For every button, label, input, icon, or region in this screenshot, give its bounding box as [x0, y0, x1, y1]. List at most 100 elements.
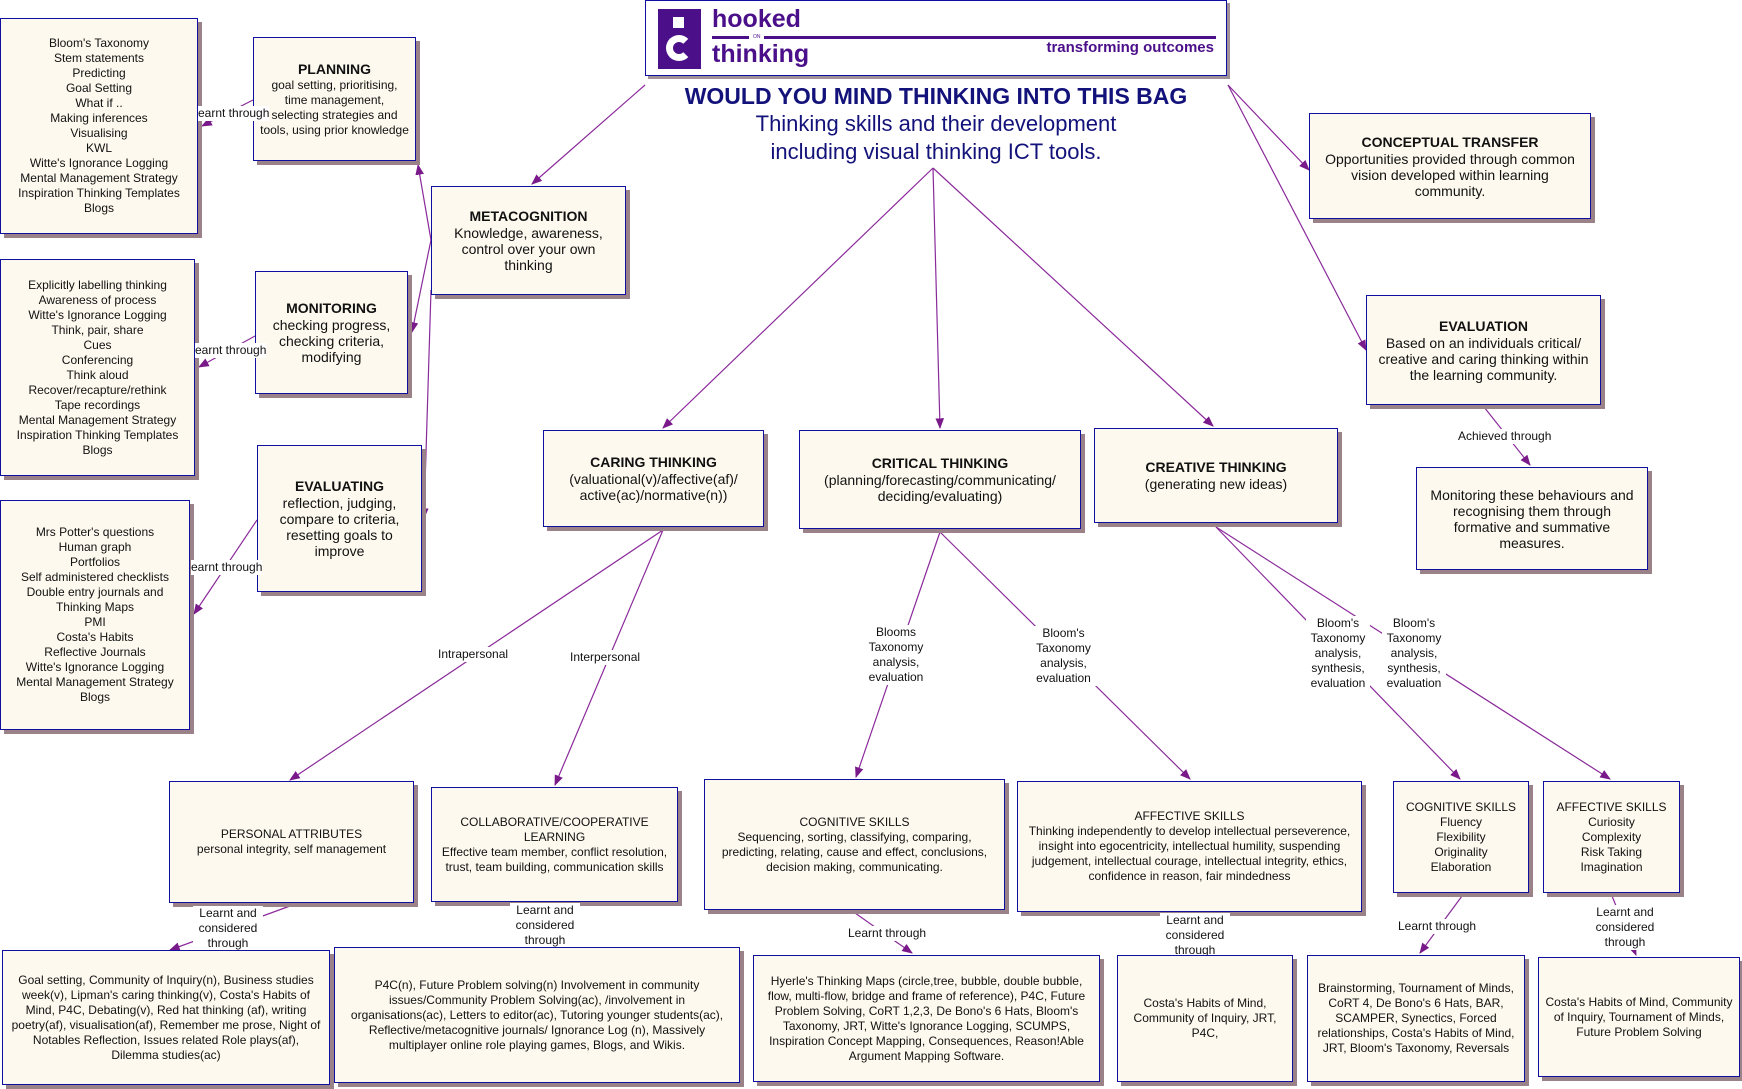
list-item: Stem statements: [53, 51, 145, 65]
list-item: Conferencing: [61, 352, 134, 367]
node-planning-tools[interactable]: Bloom's Taxonomy Stem statements Predictin…: [0, 18, 198, 234]
list-item: Bloom's Taxonomy: [48, 36, 150, 50]
link-meta-planning: [415, 163, 432, 241]
node-evaluation[interactable]: EVALUATION Based on an individuals criti…: [1366, 295, 1601, 405]
list-item: Think aloud: [66, 367, 129, 382]
label-interpersonal: Interpersonal: [570, 650, 641, 665]
node-monitoring[interactable]: MONITORING checking progress, checking c…: [255, 271, 408, 394]
node-collaborative-learning[interactable]: COLLABORATIVE/COOPERATIVE LEARNING Effec…: [431, 787, 678, 902]
node-evaluating[interactable]: EVALUATING reflection, judging, compare …: [257, 445, 422, 592]
node-metacognition[interactable]: METACOGNITION Knowledge, awareness, cont…: [431, 186, 626, 295]
list-item: Witte's Ignorance Logging: [28, 307, 167, 322]
label-blooms-critical-affective: Bloom's Taxonomy analysis, evaluation: [1026, 626, 1101, 686]
node-critical-affective-tools[interactable]: Costa's Habits of Mind, Community of Inq…: [1117, 955, 1293, 1082]
list-item: Reflective Journals: [44, 645, 146, 659]
node-critical-thinking[interactable]: CRITICAL THINKING (planning/forecasting/…: [799, 430, 1081, 529]
node-conceptual-transfer[interactable]: CONCEPTUAL TRANSFER Opportunities provid…: [1309, 113, 1591, 219]
list-item: KWL: [85, 141, 112, 155]
list-item: Awareness of process: [38, 292, 157, 307]
node-creative-affective-skills[interactable]: AFFECTIVE SKILLS Curiosity Complexity Risk…: [1543, 781, 1680, 893]
list-item: Blogs: [82, 442, 113, 457]
planning-tools-list: Bloom's Taxonomy Stem statements Predictin…: [18, 36, 180, 216]
node-evaluating-tools[interactable]: Mrs Potter's questions Human graph Portfol…: [0, 500, 190, 730]
list-item: Witte's Ignorance Logging: [29, 156, 169, 170]
list-item: Elaboration: [1430, 859, 1492, 874]
node-evaluation-measures[interactable]: Monitoring these behaviours and recognis…: [1416, 467, 1648, 570]
list-item: Imagination: [1580, 859, 1643, 874]
map-subtitle: Thinking skills and their development in…: [755, 111, 1117, 164]
logo-tagline: transforming outcomes: [1046, 39, 1214, 56]
logo-word-hooked: hooked: [712, 5, 801, 33]
link-meta-monitoring: [409, 239, 432, 334]
list-item: Cues: [83, 337, 112, 352]
label-learnt-considered-collaborative: Learnt and considered through: [510, 903, 580, 948]
node-creative-thinking[interactable]: CREATIVE THINKING (generating new ideas): [1094, 428, 1338, 523]
list-item: Witte's Ignorance Logging: [25, 660, 165, 674]
link-title-metacognition: [531, 84, 646, 185]
link-title-critical: [932, 167, 945, 430]
list-item: Visualising: [70, 126, 128, 140]
node-collaborative-tools[interactable]: P4C(n), Future Problem solving(n) Involv…: [334, 947, 740, 1083]
node-monitoring-tools[interactable]: Explicitly labelling thinking Awareness o…: [0, 259, 195, 476]
monitoring-tools-list: Explicitly labelling thinking Awareness o…: [17, 278, 179, 458]
node-personal-tools[interactable]: Goal setting, Community of Inquiry(n), B…: [2, 950, 330, 1085]
node-creative-affective-tools[interactable]: Costa's Habits of Mind, Community of Inq…: [1538, 957, 1740, 1077]
map-title: WOULD YOU MIND THINKING INTO THIS BAG: [684, 83, 1188, 109]
list-item: Mental Management Strategy: [16, 675, 174, 689]
list-item: Mental Management Strategy: [20, 171, 178, 185]
label-blooms-creative-cognitive: Bloom's Taxonomy analysis, synthesis, ev…: [1306, 616, 1370, 691]
list-item: Making inferences: [50, 111, 148, 125]
hooked-on-thinking-logo: hooked ON thinking transforming outcomes: [645, 0, 1227, 76]
node-creative-cognitive-skills[interactable]: COGNITIVE SKILLS Fluency Flexibility Origi…: [1393, 781, 1529, 893]
logo-word-thinking: thinking: [712, 40, 810, 68]
label-achieved-through: Achieved through: [1458, 429, 1552, 444]
list-item: Complexity: [1581, 829, 1642, 844]
list-item: Self administered checklists: [20, 570, 170, 584]
label-learnt-considered-critical-affective: Learnt and considered through: [1160, 913, 1230, 958]
node-creative-cognitive-tools[interactable]: Brainstorming, Tournament of Minds, CoRT…: [1307, 955, 1525, 1082]
link-title-creative: [932, 167, 1214, 427]
label-learnt-considered-personal: Learnt and considered through: [193, 906, 263, 951]
list-item: Inspiration Thinking Templates: [16, 427, 179, 442]
node-caring-thinking[interactable]: CARING THINKING (valuational(v)/affectiv…: [543, 430, 764, 527]
label-learnt-through-creative-cognitive: Learnt through: [1398, 919, 1477, 934]
list-item: PMI: [84, 615, 106, 629]
list-item: Portfolios: [69, 555, 120, 569]
label-intrapersonal: Intrapersonal: [438, 647, 509, 662]
list-item: Tape recordings: [54, 397, 141, 412]
list-item: Human graph: [58, 540, 132, 554]
list-item: Predicting: [72, 66, 126, 80]
link-title-caring: [662, 167, 934, 429]
link-title-conceptual: [1227, 84, 1310, 171]
node-personal-attributes[interactable]: PERSONAL ATTRIBUTES personal integrity, …: [169, 781, 414, 903]
label-blooms-creative-affective: Bloom's Taxonomy analysis, synthesis, ev…: [1382, 616, 1446, 691]
list-item: Fluency: [1439, 814, 1483, 829]
label-learnt-through-monitoring: earnt through: [195, 343, 267, 358]
list-item: Explicitly labelling thinking: [28, 277, 167, 292]
label-learnt-through-evaluating: earnt through: [191, 560, 263, 575]
list-item: Blogs: [79, 690, 110, 704]
node-critical-affective-skills[interactable]: AFFECTIVE SKILLS Thinking independently …: [1017, 781, 1362, 912]
label-learnt-through-critical-cognitive: Learnt through: [848, 926, 927, 941]
label-blooms-critical-cognitive: Blooms Taxonomy analysis, evaluation: [862, 625, 930, 685]
node-critical-cognitive-skills[interactable]: COGNITIVE SKILLS Sequencing, sorting, cl…: [704, 779, 1005, 910]
link-meta-evaluating: [419, 289, 432, 520]
list-item: Originality: [1434, 844, 1488, 859]
logo-mark-icon: [658, 9, 701, 69]
list-item: Mrs Potter's questions: [35, 525, 155, 539]
label-learnt-through-planning: earnt through: [198, 106, 270, 121]
list-item: Blogs: [83, 201, 115, 215]
list-item: Mental Management Strategy: [18, 412, 177, 427]
list-item: Double entry journals and: [26, 585, 164, 599]
list-item: Risk Taking: [1580, 844, 1643, 859]
list-item: Flexibility: [1436, 829, 1486, 844]
list-item: Think, pair, share: [51, 322, 144, 337]
label-learnt-considered-creative-affective: Learnt and considered through: [1590, 905, 1660, 950]
node-planning[interactable]: PLANNING goal setting, prioritising, tim…: [253, 37, 416, 161]
list-item: Thinking Maps: [55, 600, 135, 614]
evaluating-tools-list: Mrs Potter's questions Human graph Portfol…: [16, 525, 173, 705]
list-item: Recover/recapture/rethink: [28, 382, 167, 397]
list-item: What if ..: [75, 96, 123, 110]
node-critical-cognitive-tools[interactable]: Hyerle's Thinking Maps (circle,tree, bub…: [753, 955, 1100, 1082]
list-item: Inspiration Thinking Templates: [18, 186, 180, 200]
